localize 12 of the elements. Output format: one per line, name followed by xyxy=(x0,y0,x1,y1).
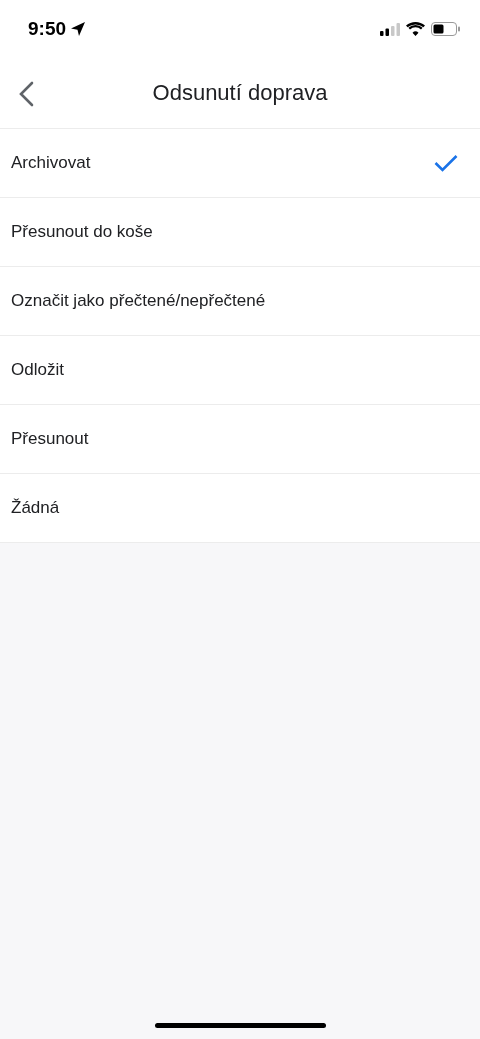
option-row[interactable]: Odložit xyxy=(0,336,480,405)
option-row[interactable]: Přesunout do koše xyxy=(0,198,480,267)
location-arrow-icon xyxy=(70,21,87,37)
signal-icon xyxy=(380,22,400,36)
option-row[interactable]: Označit jako přečtené/nepřečtené xyxy=(0,267,480,336)
screen-title: Odsunutí doprava xyxy=(152,80,328,106)
option-row[interactable]: Archivovat xyxy=(0,129,480,198)
wifi-icon xyxy=(406,22,425,36)
status-time: 9:50 xyxy=(28,18,67,40)
option-row[interactable]: Žádná xyxy=(0,474,480,543)
battery-icon xyxy=(431,22,460,36)
option-row[interactable]: Přesunout xyxy=(0,405,480,474)
